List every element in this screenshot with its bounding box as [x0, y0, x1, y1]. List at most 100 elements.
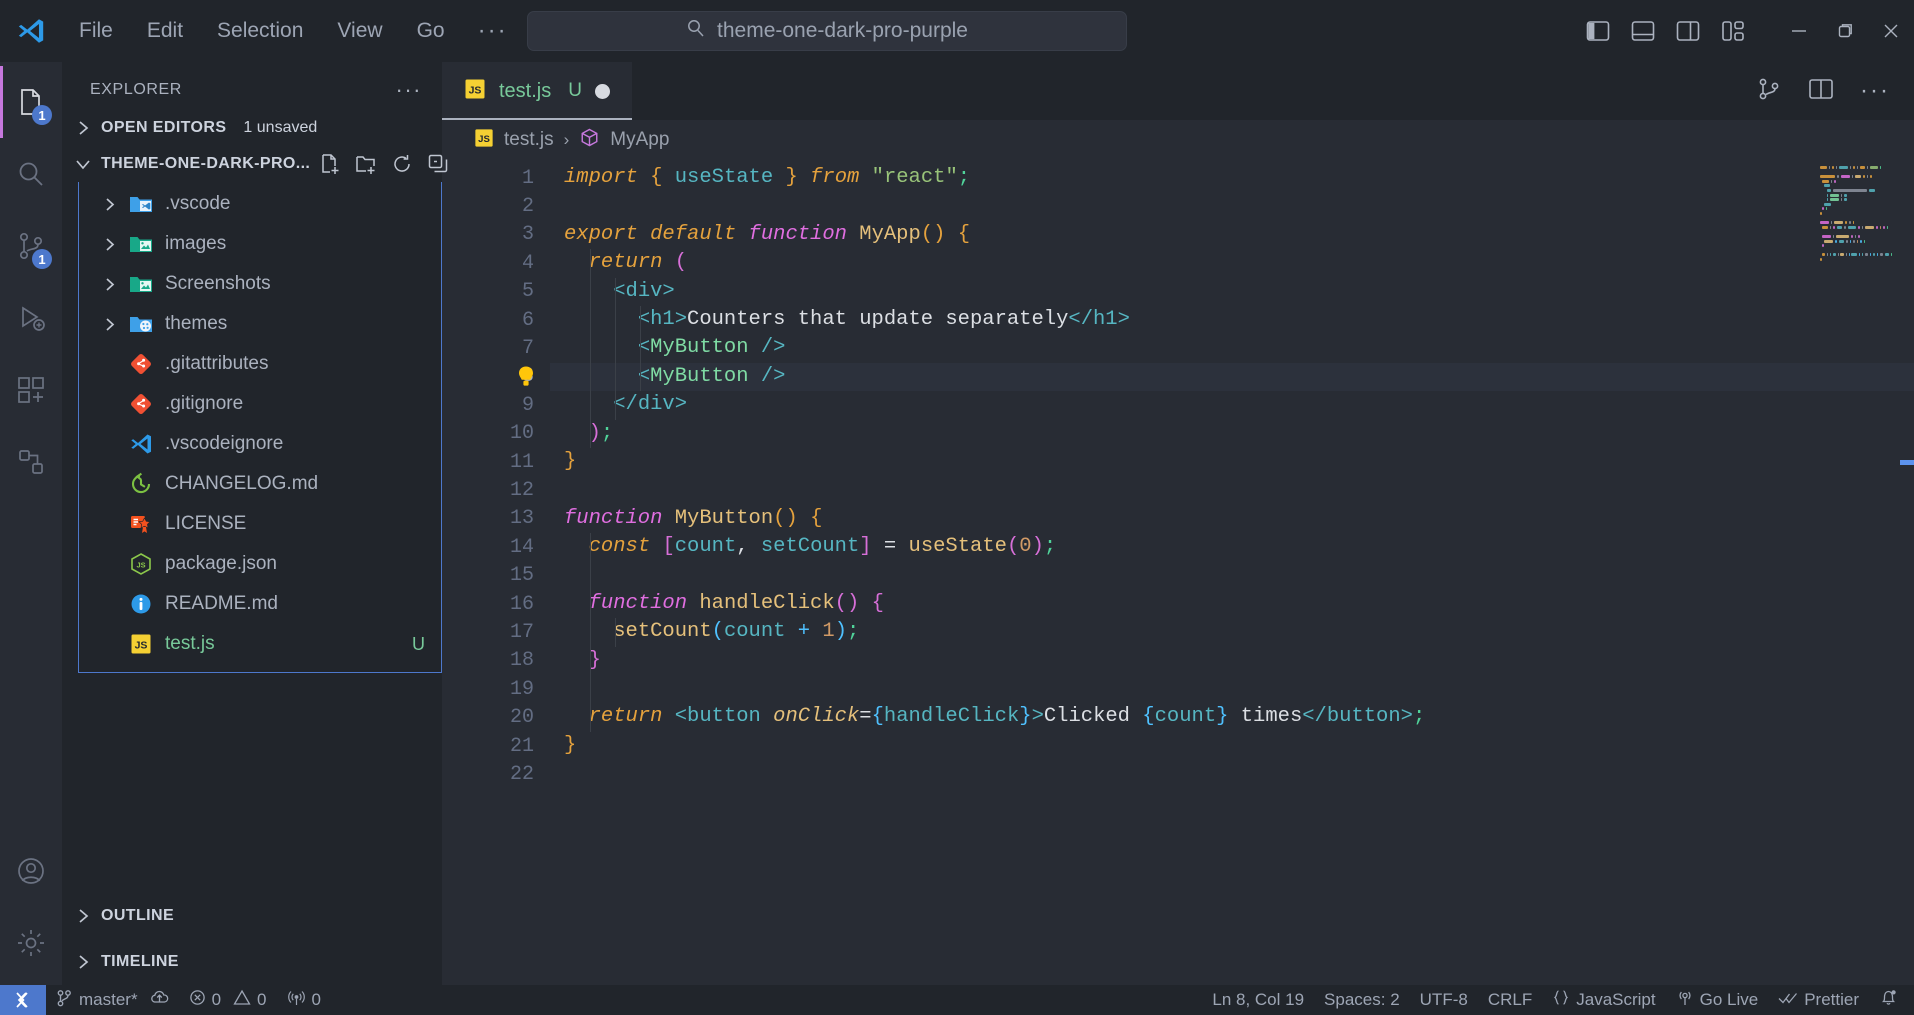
new-folder-icon[interactable] — [355, 153, 377, 175]
code-line[interactable] — [550, 561, 1914, 589]
tab-dirty-indicator[interactable] — [594, 83, 610, 99]
activity-item-extensions[interactable] — [0, 354, 62, 426]
source-control-badge: 1 — [32, 249, 52, 269]
breadcrumb-symbol[interactable]: MyApp — [610, 129, 669, 151]
minimize-icon[interactable] — [1776, 0, 1822, 62]
minimap[interactable] — [1820, 166, 1892, 267]
code-line[interactable]: setCount(count + 1); — [550, 618, 1914, 646]
menu-view[interactable]: View — [320, 14, 399, 48]
code-line[interactable]: <div> — [550, 278, 1914, 306]
status-branch[interactable]: master* — [46, 985, 179, 1015]
code-line[interactable]: import { useState } from "react"; — [550, 164, 1914, 192]
code-line[interactable]: return ( — [550, 249, 1914, 277]
customize-layout-icon[interactable] — [1720, 18, 1746, 44]
code-line[interactable]: } — [550, 647, 1914, 675]
code-line[interactable]: <MyButton /> — [550, 362, 1914, 392]
code-line[interactable] — [550, 675, 1914, 703]
tree-item-readme[interactable]: README.md — [79, 584, 441, 624]
check-check-icon — [1778, 990, 1798, 1011]
broadcast-icon — [1676, 989, 1694, 1012]
section-open-editors[interactable]: OPEN EDITORS 1 unsaved — [62, 110, 442, 146]
js-icon: JS — [129, 632, 153, 656]
tree-item-screenshots-folder[interactable]: Screenshots — [79, 264, 441, 304]
code-line[interactable] — [550, 760, 1914, 788]
tree-item-vscodeignore[interactable]: .vscodeignore — [79, 424, 441, 464]
status-problems[interactable]: 0 0 — [179, 985, 277, 1015]
split-editor-icon[interactable] — [1808, 77, 1834, 106]
status-prettier[interactable]: Prettier — [1768, 985, 1869, 1015]
activity-item-run-and-debug[interactable] — [0, 282, 62, 354]
tree-item-gitattributes[interactable]: .gitattributes — [79, 344, 441, 384]
toggle-panel-icon[interactable] — [1630, 18, 1656, 44]
js-icon: JS — [464, 78, 486, 105]
tree-item-package-json[interactable]: JS package.json — [79, 544, 441, 584]
status-notifications[interactable] — [1869, 985, 1914, 1015]
refresh-icon[interactable] — [391, 153, 413, 175]
section-project-root[interactable]: THEME-ONE-DARK-PRO... — [62, 146, 448, 182]
tree-item-label: .gitignore — [165, 393, 244, 414]
menu-go[interactable]: Go — [400, 14, 462, 48]
activity-item-search[interactable] — [0, 138, 62, 210]
tab-test-js[interactable]: JS test.js U — [442, 62, 633, 120]
status-language-mode[interactable]: JavaScript — [1542, 985, 1665, 1015]
line-number: 4 — [521, 251, 534, 275]
menu-overflow-icon[interactable]: ··· — [462, 15, 524, 47]
section-timeline[interactable]: TIMELINE — [62, 939, 442, 985]
code-line[interactable]: <MyButton /> — [550, 334, 1914, 362]
code-line[interactable]: </div> — [550, 391, 1914, 419]
code-line[interactable]: function handleClick() { — [550, 590, 1914, 618]
tree-item-changelog[interactable]: CHANGELOG.md — [79, 464, 441, 504]
status-indentation[interactable]: Spaces: 2 — [1314, 985, 1410, 1015]
tree-item-test-js[interactable]: JS test.js U — [79, 624, 441, 664]
code-content[interactable]: import { useState } from "react"; export… — [550, 160, 1914, 985]
tree-item-themes-folder[interactable]: themes — [79, 304, 441, 344]
code-line[interactable] — [550, 192, 1914, 220]
activity-item-remote-explorer[interactable] — [0, 426, 62, 498]
activity-item-manage-gear-icon[interactable] — [0, 907, 62, 979]
close-icon[interactable] — [1868, 0, 1914, 62]
activity-item-accounts[interactable] — [0, 835, 62, 907]
status-eol[interactable]: CRLF — [1478, 985, 1542, 1015]
code-line[interactable]: } — [550, 732, 1914, 760]
tree-item-gitignore[interactable]: .gitignore — [79, 384, 441, 424]
file-tree: .vscode images Screenshots themes .gitat… — [78, 182, 442, 673]
status-cursor-position[interactable]: Ln 8, Col 19 — [1202, 985, 1314, 1015]
toggle-secondary-sidebar-icon[interactable] — [1675, 18, 1701, 44]
code-line[interactable]: <h1>Counters that update separately</h1> — [550, 306, 1914, 334]
menu-edit[interactable]: Edit — [130, 14, 200, 48]
code-line[interactable]: ); — [550, 420, 1914, 448]
minimap-line — [1820, 188, 1892, 192]
new-file-icon[interactable] — [319, 153, 341, 175]
code-editor[interactable]: 12345678910111213141516171819202122 impo… — [442, 160, 1914, 985]
code-line[interactable]: } — [550, 448, 1914, 476]
menu-selection[interactable]: Selection — [200, 14, 320, 48]
activity-item-source-control[interactable]: 1 — [0, 210, 62, 282]
quick-fix-lightbulb-icon[interactable] — [516, 363, 538, 391]
tree-item-vscode-folder[interactable]: .vscode — [79, 184, 441, 224]
status-ports[interactable]: 0 — [277, 985, 331, 1015]
status-go-live[interactable]: Go Live — [1666, 985, 1769, 1015]
tree-item-images-folder[interactable]: images — [79, 224, 441, 264]
activity-item-explorer[interactable]: 1 — [0, 66, 62, 138]
code-line[interactable]: return <button onClick={handleClick}>Cli… — [550, 703, 1914, 731]
code-line[interactable] — [550, 476, 1914, 504]
maximize-icon[interactable] — [1822, 0, 1868, 62]
quick-input-search[interactable]: theme-one-dark-pro-purple — [527, 10, 1127, 51]
editor-group: JS test.js U ··· JS test.js › MyApp 1 2 … — [442, 62, 1914, 985]
remote-window-icon[interactable] — [0, 985, 46, 1015]
code-line[interactable]: export default function MyApp() { — [550, 221, 1914, 249]
code-line[interactable]: function MyButton() { — [550, 505, 1914, 533]
tree-item-license[interactable]: LICENSE — [79, 504, 441, 544]
sync-cloud-icon[interactable] — [150, 989, 169, 1011]
status-encoding[interactable]: UTF-8 — [1410, 985, 1478, 1015]
source-control-graph-icon[interactable] — [1756, 76, 1782, 107]
toggle-primary-sidebar-icon[interactable] — [1585, 18, 1611, 44]
section-outline[interactable]: OUTLINE — [62, 893, 442, 939]
more-actions-icon[interactable]: ··· — [1860, 79, 1890, 103]
chevron-right-icon — [74, 954, 92, 970]
menu-file[interactable]: File — [62, 14, 130, 48]
line-number: 6 — [521, 308, 534, 332]
sidebar-more-actions-icon[interactable]: ··· — [396, 77, 422, 103]
breadcrumb-file[interactable]: test.js — [504, 129, 554, 151]
code-line[interactable]: const [count, setCount] = useState(0); — [550, 533, 1914, 561]
